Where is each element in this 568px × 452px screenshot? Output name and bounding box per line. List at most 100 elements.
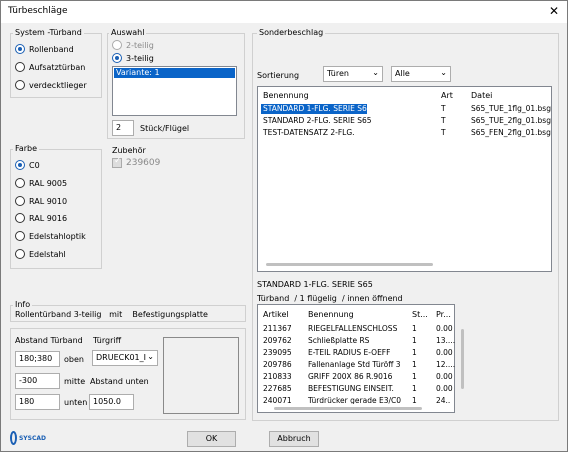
table-row[interactable]: 227685 BEFESTIGUNG EINSEIT. 1 0.00 [261,384,453,394]
checkbox-checked-icon [112,156,122,168]
row-artikel: 240071 [263,396,292,404]
column-header-art[interactable]: Art [441,91,453,100]
unten-label: unten [64,398,88,407]
radio-label: RAL 9005 [29,178,68,188]
table-row[interactable]: 210833 GRIFF 200X 86 R.9016 1 0.00 [261,372,453,382]
table-row[interactable]: STANDARD 1-FLG. SERIE S65 [261,104,372,114]
abstand-unten-label: Abstand unten [90,377,149,386]
row-benennung: Fallenanlage Std Türöff 3 [308,360,401,369]
zubehoer-value: 239609 [126,158,161,168]
abstand-unten-input[interactable]: 180 [15,394,60,410]
radio-label: RAL 9016 [29,213,68,223]
cancel-button[interactable]: Abbruch [269,431,319,447]
logo-text: SYSCAD [18,434,46,442]
row-art: T [441,116,446,125]
radio-aufsatztuerban[interactable]: Aufsatztürban [15,61,85,73]
abstand-mitte-input[interactable]: -300 [15,373,60,389]
zubehoer-checkbox[interactable]: 239609 [112,156,161,168]
tuergriff-select[interactable]: DRUECK01_I ⌄ [92,350,158,366]
radio-selected-icon [15,44,25,54]
radio-c0[interactable]: C0 [15,159,40,171]
articles-table[interactable]: Artikel Benennung St... Pr... 211367 RIE… [257,304,464,413]
column-header-st[interactable]: St... [412,310,428,319]
sonder-label: Sonderbeschlag [257,28,326,37]
variant-listbox[interactable]: Variante: 1 [112,66,237,116]
row-pr: 0.00 [436,348,453,357]
chevron-down-icon: ⌄ [440,68,447,77]
radio-icon [15,213,25,223]
radio-2-teilig[interactable]: 2-teilig [112,39,154,51]
row-pr: 0.00 [436,324,453,333]
table-row[interactable]: 211367 RIEGELFALLENSCHLOSS 1 0.00 [261,324,453,334]
table-row[interactable]: 240071 Türdrücker gerade E3/C0 1 24... [261,396,451,404]
row-benennung: TEST-DATENSATZ 2-FLG. [263,128,355,137]
table-row[interactable]: STANDARD 2-FLG. SERIE S65 T S65_TUE_2flg… [261,116,551,126]
logo-circle-icon [10,431,17,445]
abstand-label: Abstand Türband [15,336,83,345]
auswahl-label: Auswahl [109,28,147,37]
filter-value: Alle [395,69,410,78]
row-pr: 24... [436,396,451,404]
table-row[interactable]: 209786 Fallenanlage Std Türöff 3 1 12...… [261,360,455,370]
radio-ral-9016[interactable]: RAL 9016 [15,212,67,224]
info-text: Rollentürband 3-teilig mit Befestigungsp… [15,310,208,319]
system-label: System -Türband [13,28,84,37]
radio-rollenband[interactable]: Rollenband [15,43,74,55]
radio-verdecktlieger[interactable]: verdecktlieger [15,79,87,91]
column-header-datei[interactable]: Datei [471,91,492,100]
vertical-scrollbar[interactable] [461,329,464,389]
table-row[interactable]: 209762 Schließplatte RS 1 13.... [261,336,455,346]
horizontal-scrollbar[interactable] [266,263,433,266]
row-art: T [441,128,446,137]
row-st: 1 [412,384,417,393]
radio-label: verdecktlieger [29,80,87,90]
sort-label: Sortierung [257,71,300,80]
row-st: 1 [412,336,417,345]
zubehoer-label: Zubehör [112,146,146,155]
variant-list-item[interactable]: Variante: 1 [114,68,235,78]
column-header-benennung[interactable]: Benennung [308,310,354,319]
row-pr: 13.... [436,336,456,345]
horizontal-scrollbar[interactable] [274,407,422,410]
radio-3-teilig[interactable]: 3-teilig [112,52,154,64]
count-input[interactable]: 2 [112,120,134,136]
abstand-unten-value-input[interactable]: 1050.0 [89,394,134,410]
ok-button[interactable]: OK [187,431,236,447]
filter-select[interactable]: Alle ⌄ [391,66,451,82]
close-icon[interactable]: ✕ [547,4,561,18]
abstand-oben-input[interactable]: 180;380 [15,351,60,367]
title-bar: Türbeschläge ✕ [1,1,567,23]
row-benennung: Türdrücker gerade E3/C0 [308,396,401,404]
sort-select[interactable]: Türen ⌄ [323,66,383,82]
radio-edelstahloptik[interactable]: Edelstahloptik [15,230,86,242]
column-header-benennung[interactable]: Benennung [263,91,309,100]
dialog-window: Türbeschläge ✕ System -Türband Rollenban… [0,0,568,452]
window-title: Türbeschläge [8,6,68,16]
row-artikel: 210833 [263,372,292,381]
selected-description: Türband / 1 flügelig / innen öffnend [257,294,403,303]
radio-icon [112,40,122,50]
radio-label: Rollenband [29,44,74,54]
row-benennung: Schließplatte RS [308,336,370,345]
radio-edelstahl[interactable]: Edelstahl [15,248,66,260]
row-benennung: BEFESTIGUNG EINSEIT. [308,384,394,393]
row-st: 1 [412,372,417,381]
radio-ral-9005[interactable]: RAL 9005 [15,177,67,189]
row-st: 1 [412,396,417,404]
count-label: Stück/Flügel [140,124,190,133]
column-header-pr[interactable]: Pr... [436,310,451,319]
oben-label: oben [64,355,84,364]
chevron-down-icon: ⌄ [372,68,379,77]
column-header-artikel[interactable]: Artikel [263,310,289,319]
sonder-table[interactable]: Benennung Art Datei STANDARD 1-FLG. SERI… [257,86,552,272]
table-row[interactable]: 239095 E-TEIL RADIUS E-OEFF 1 0.00 [261,348,453,358]
row-pr: 0.00 [436,384,453,393]
table-row[interactable]: TEST-DATENSATZ 2-FLG. T S65_FEN_2flg_01.… [261,128,551,138]
row-benennung: RIEGELFALLENSCHLOSS [308,324,398,333]
row-benennung: STANDARD 2-FLG. SERIE S65 [263,116,372,125]
row-artikel: 211367 [263,324,292,333]
radio-icon [15,196,25,206]
radio-ral-9010[interactable]: RAL 9010 [15,195,67,207]
row-artikel: 209762 [263,336,292,345]
radio-label: RAL 9010 [29,196,68,206]
